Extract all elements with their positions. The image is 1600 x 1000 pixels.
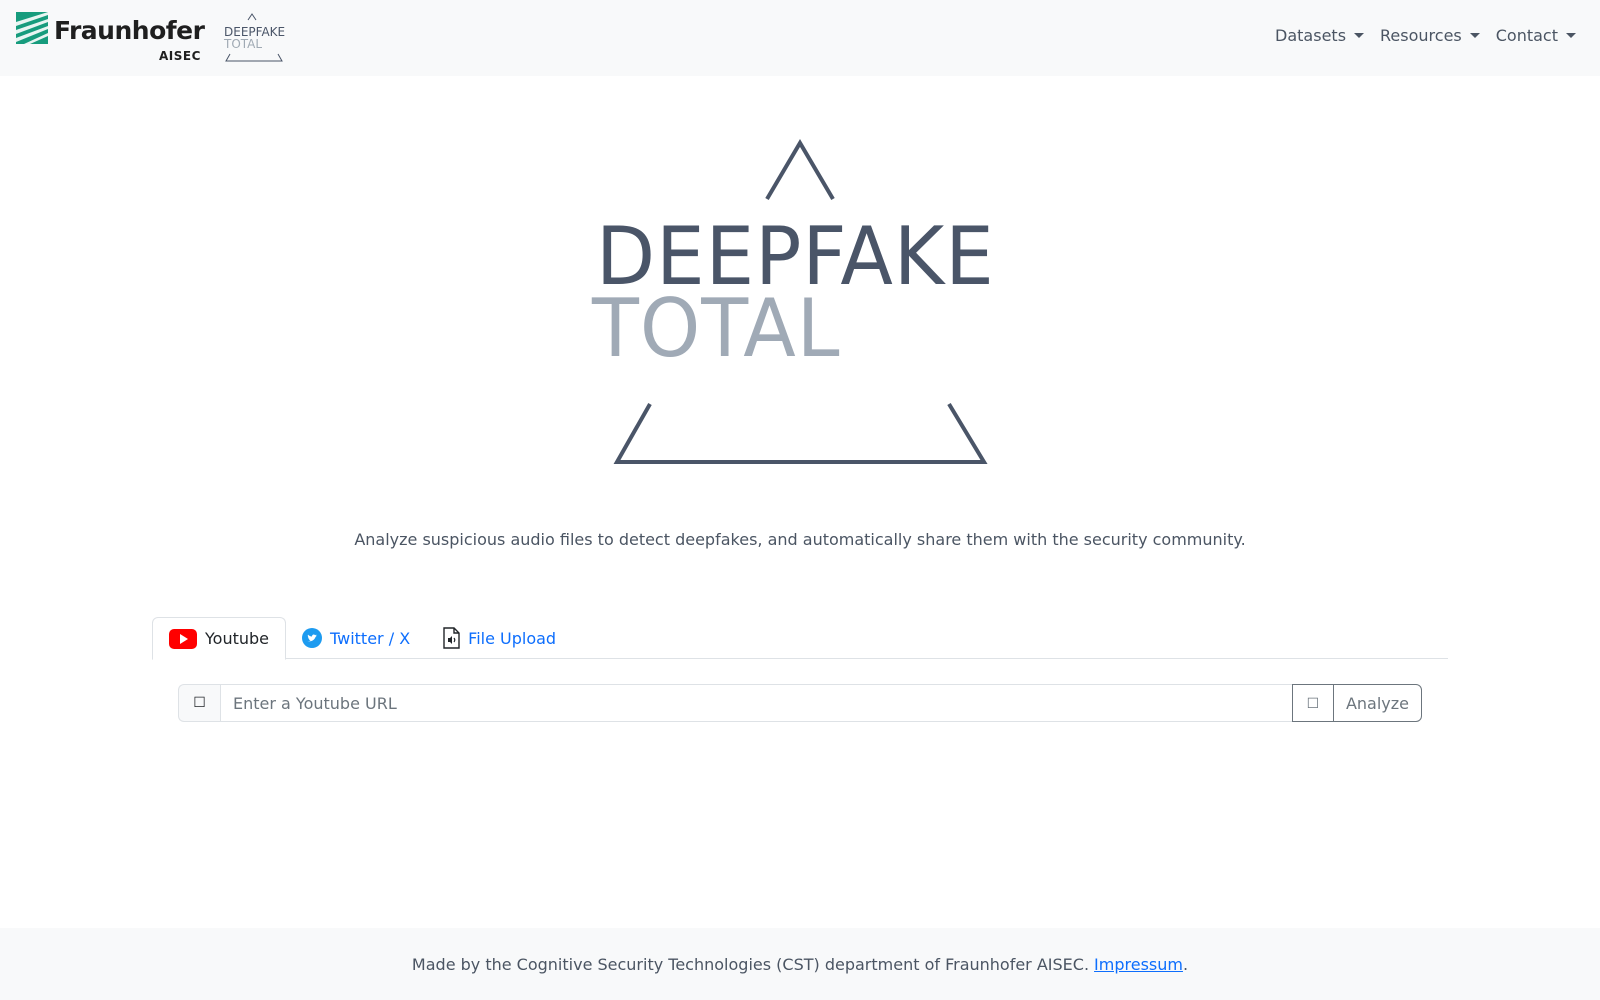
nav-resources-dropdown[interactable]: Resources [1380,26,1480,45]
chevron-down-icon [1566,33,1576,38]
fraunhofer-mark-icon [16,12,48,44]
tab-youtube-label: Youtube [205,629,269,648]
nav-datasets-label: Datasets [1275,26,1347,45]
footer-trailing: . [1182,954,1189,974]
nav-contact-dropdown[interactable]: Contact [1496,26,1576,45]
nav-resources-label: Resources [1380,26,1462,45]
tagline: Analyze suspicious audio files to detect… [354,530,1246,549]
fraunhofer-wordmark: Fraunhofer [54,16,205,45]
nav-menu: Datasets Resources Contact [1275,26,1576,45]
tab-twitter[interactable]: Twitter / X [286,617,426,659]
nav-datasets-dropdown[interactable]: Datasets [1275,26,1365,45]
clear-button[interactable]: ☐ [1291,684,1334,722]
source-tabs: Youtube Twitter / X File Upload [152,617,1448,660]
audio-file-icon [443,627,460,649]
tab-twitter-label: Twitter / X [330,628,411,648]
hero-total-text: TOTAL [592,282,841,375]
footer-text: Made by the Cognitive Security Technolog… [411,954,1090,974]
youtube-icon [169,628,197,649]
analyze-button[interactable]: Analyze [1332,684,1422,722]
logo-small-total-text: TOTAL [224,37,263,51]
tab-file-upload-label: File Upload [468,628,557,648]
fraunhofer-aisec-logo[interactable]: Fraunhofer AISEC [16,12,206,68]
twitter-icon [302,628,322,648]
nav-contact-label: Contact [1495,26,1558,45]
youtube-url-input[interactable] [220,684,1293,722]
youtube-url-input-group: ☐ ☐ Analyze [178,684,1422,722]
tab-file-upload[interactable]: File Upload [426,617,572,659]
chevron-down-icon [1469,33,1480,38]
top-navbar: Fraunhofer AISEC DEEPFAKE TOTAL Datasets… [0,0,1600,76]
footer: Made by the Cognitive Security Technolog… [0,928,1600,1000]
aisec-wordmark: AISEC [159,49,201,63]
link-icon: ☐ [178,684,220,722]
tab-youtube[interactable]: Youtube [152,617,286,660]
deepfake-total-hero-logo: DEEPFAKE TOTAL [590,135,1010,470]
chevron-down-icon [1354,33,1365,38]
impressum-link[interactable]: Impressum [1094,955,1183,974]
deepfake-total-small-logo[interactable]: DEEPFAKE TOTAL [222,12,288,64]
